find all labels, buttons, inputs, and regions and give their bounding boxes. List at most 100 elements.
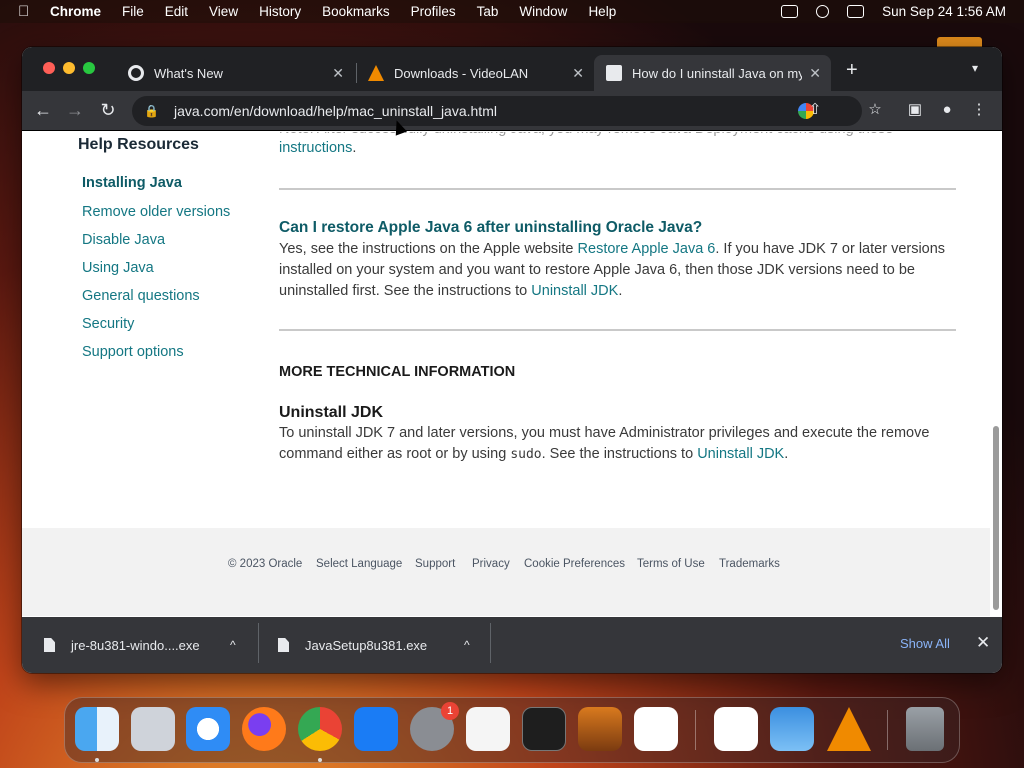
- chrome-favicon-icon: [128, 65, 144, 81]
- app-store-icon[interactable]: [354, 707, 398, 751]
- bookmark-star-icon[interactable]: ☆: [864, 99, 886, 121]
- jdk-text: . See the instructions to: [541, 446, 698, 462]
- menu-history[interactable]: History: [259, 4, 301, 19]
- menu-file[interactable]: File: [122, 4, 144, 19]
- footer-support-link[interactable]: Support: [415, 558, 455, 570]
- menubar-clock[interactable]: Sun Sep 24 1:56 AM: [882, 4, 1006, 19]
- tab-title: Downloads - VideoLAN: [394, 65, 529, 81]
- page-footer: © 2023 Oracle Select Language Support Pr…: [22, 528, 990, 616]
- page-scrollbar[interactable]: [990, 132, 1002, 616]
- chrome-icon[interactable]: [298, 707, 342, 751]
- java-favicon-icon: [606, 65, 622, 81]
- menu-edit[interactable]: Edit: [165, 4, 188, 19]
- reload-button[interactable]: ↻: [97, 99, 119, 121]
- running-indicator: [318, 758, 322, 762]
- sidebar-item-installing-java[interactable]: Installing Java: [82, 175, 182, 191]
- address-bar[interactable]: 🔒 java.com/en/download/help/mac_uninstal…: [132, 96, 862, 126]
- minimize-window-button[interactable]: [63, 62, 75, 74]
- back-button[interactable]: ←: [32, 99, 54, 121]
- tab-whats-new[interactable]: What's New ✕: [118, 55, 354, 91]
- footer-privacy-link[interactable]: Privacy: [472, 558, 510, 570]
- profile-icon[interactable]: ●: [936, 99, 958, 121]
- footer-terms-of-use-link[interactable]: Terms of Use: [637, 558, 705, 570]
- uninstall-jdk-link-2[interactable]: Uninstall JDK: [697, 446, 784, 462]
- close-tab-icon[interactable]: ✕: [332, 65, 344, 82]
- side-panel-icon[interactable]: ▣: [904, 99, 926, 121]
- terminal-icon[interactable]: [522, 707, 566, 751]
- download-bar: jre-8u381-windo....exe ^ JavaSetup8u381.…: [22, 617, 1002, 673]
- scrollbar-thumb[interactable]: [993, 426, 999, 610]
- macos-dock: 1: [64, 697, 960, 763]
- spotlight-search-icon[interactable]: [816, 5, 830, 18]
- sidebar-item-disable-java[interactable]: Disable Java: [82, 232, 165, 248]
- close-tab-icon[interactable]: ✕: [572, 65, 584, 82]
- running-indicator: [95, 758, 99, 762]
- screen-mirroring-icon[interactable]: [781, 5, 799, 18]
- download-item-jre[interactable]: jre-8u381-windo....exe ^: [44, 617, 254, 673]
- sidebar-item-security[interactable]: Security: [82, 316, 134, 332]
- launchpad-icon[interactable]: [131, 707, 175, 751]
- menu-help[interactable]: Help: [588, 4, 616, 19]
- file-icon: [278, 638, 289, 652]
- instructions-link[interactable]: instructions: [279, 140, 352, 156]
- download-item-javasetup[interactable]: JavaSetup8u381.exe ^: [278, 617, 488, 673]
- menu-tab[interactable]: Tab: [477, 4, 499, 19]
- chevron-up-icon[interactable]: ^: [230, 638, 236, 652]
- menu-app-name[interactable]: Chrome: [50, 4, 101, 19]
- forward-button[interactable]: →: [64, 99, 86, 121]
- divider: [279, 329, 956, 331]
- lock-icon[interactable]: 🔒: [144, 104, 164, 118]
- weather-icon[interactable]: [770, 707, 814, 751]
- sidebar-item-using-java[interactable]: Using Java: [82, 260, 154, 276]
- control-center-icon[interactable]: [847, 5, 865, 18]
- vlc-favicon-icon: [368, 65, 384, 81]
- visual-studio-icon[interactable]: [714, 707, 758, 751]
- download-filename: jre-8u381-windo....exe: [71, 637, 200, 653]
- vscode-icon[interactable]: [634, 707, 678, 751]
- uninstall-jdk-text: To uninstall JDK 7 and later versions, y…: [279, 423, 956, 465]
- chevron-up-icon[interactable]: ^: [464, 638, 470, 652]
- sidebar-title: Help Resources: [78, 136, 199, 153]
- close-download-bar-icon[interactable]: ✕: [976, 633, 990, 653]
- restore-apple-java-link[interactable]: Restore Apple Java 6: [578, 241, 716, 257]
- close-tab-icon[interactable]: ✕: [809, 65, 821, 82]
- finder-icon[interactable]: [75, 707, 119, 751]
- firefox-icon[interactable]: [242, 707, 286, 751]
- zoom-window-button[interactable]: [83, 62, 95, 74]
- uninstall-jdk-link[interactable]: Uninstall JDK: [531, 283, 618, 299]
- show-all-downloads-button[interactable]: Show All: [900, 636, 950, 651]
- tab-search-chevron-icon[interactable]: ▾: [972, 61, 978, 75]
- note-instructions-line: instructions.: [279, 140, 357, 156]
- vlc-icon[interactable]: [827, 707, 871, 751]
- tab-downloads-videolan[interactable]: Downloads - VideoLAN ✕: [358, 55, 594, 91]
- faq-answer-restore-apple-java: Yes, see the instructions on the Apple w…: [279, 239, 956, 302]
- dock-separator: [887, 710, 888, 750]
- download-separator: [258, 623, 259, 663]
- tab-uninstall-java[interactable]: How do I uninstall Java on my M ✕: [594, 55, 831, 91]
- footer-select-language-link[interactable]: Select Language: [316, 558, 402, 570]
- divider: [279, 188, 956, 190]
- tab-strip: What's New ✕ Downloads - VideoLAN ✕ How …: [22, 47, 1002, 91]
- apple-menu-icon[interactable]: : [18, 3, 50, 20]
- textedit-icon[interactable]: [466, 707, 510, 751]
- menu-bookmarks[interactable]: Bookmarks: [322, 4, 390, 19]
- safari-icon[interactable]: [186, 707, 230, 751]
- footer-trademarks-link[interactable]: Trademarks: [719, 558, 780, 570]
- new-tab-button[interactable]: +: [846, 59, 858, 82]
- instruments-icon[interactable]: [578, 707, 622, 751]
- menu-view[interactable]: View: [209, 4, 238, 19]
- sidebar-item-support-options[interactable]: Support options: [82, 344, 184, 360]
- more-technical-information-heading: MORE TECHNICAL INFORMATION: [279, 364, 516, 380]
- chrome-menu-icon[interactable]: ⋮: [968, 99, 990, 121]
- trash-icon[interactable]: [906, 707, 944, 751]
- uninstall-jdk-heading: Uninstall JDK: [279, 404, 384, 421]
- sidebar-item-remove-older-versions[interactable]: Remove older versions: [82, 204, 230, 220]
- close-window-button[interactable]: [43, 62, 55, 74]
- menu-profiles[interactable]: Profiles: [411, 4, 456, 19]
- sidebar-item-general-questions[interactable]: General questions: [82, 288, 200, 304]
- url-text[interactable]: java.com/en/download/help/mac_uninstall_…: [174, 103, 497, 119]
- menu-window[interactable]: Window: [519, 4, 567, 19]
- share-page-icon[interactable]: ⇧: [804, 99, 826, 121]
- footer-cookie-preferences-link[interactable]: Cookie Preferences: [524, 558, 625, 570]
- chrome-window: What's New ✕ Downloads - VideoLAN ✕ How …: [22, 47, 1002, 673]
